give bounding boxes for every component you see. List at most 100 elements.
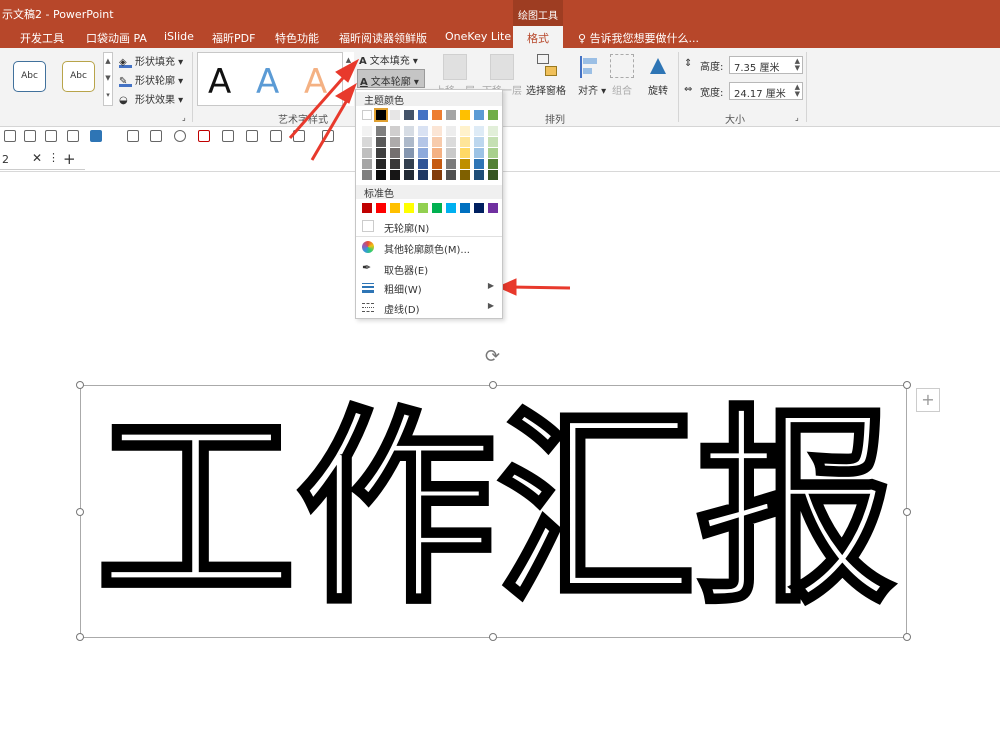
theme-color-shade-swatch[interactable] <box>362 148 372 158</box>
theme-color-shade-swatch[interactable] <box>446 148 456 158</box>
theme-color-shade-swatch[interactable] <box>460 148 470 158</box>
tab-format[interactable]: 格式 <box>513 26 563 48</box>
theme-color-shade-swatch[interactable] <box>418 148 428 158</box>
theme-color-swatch[interactable] <box>390 110 400 120</box>
theme-color-shade-swatch[interactable] <box>404 126 414 136</box>
standard-color-swatch[interactable] <box>488 203 498 213</box>
theme-color-swatch[interactable] <box>404 110 414 120</box>
slide-text-svg[interactable]: 工作汇报 <box>86 392 906 632</box>
theme-color-shade-swatch[interactable] <box>404 170 414 180</box>
width-field[interactable]: 24.17 厘米 ▲ ▼ <box>729 82 803 100</box>
standard-color-swatch[interactable] <box>446 203 456 213</box>
selection-pane-button[interactable]: 选择窗格 <box>526 82 566 97</box>
toolbar-icon[interactable] <box>67 130 79 142</box>
rotate-handle-icon[interactable]: ⟳ <box>485 346 500 367</box>
theme-color-shade-swatch[interactable] <box>488 148 498 158</box>
resize-handle[interactable] <box>76 508 84 516</box>
theme-color-shade-swatch[interactable] <box>404 148 414 158</box>
tab-special-features[interactable]: 特色功能 <box>275 30 319 46</box>
slide-title-text[interactable]: 工作汇报 <box>94 392 898 632</box>
toolbar-icon[interactable] <box>198 130 210 142</box>
theme-color-swatch[interactable] <box>432 110 442 120</box>
text-outline-button[interactable]: A 文本轮廓 ▾ <box>357 69 425 88</box>
height-spinner[interactable]: ▲ ▼ <box>795 58 800 72</box>
theme-color-shade-swatch[interactable] <box>404 137 414 147</box>
resize-handle[interactable] <box>76 633 84 641</box>
tab-foxit-pdf[interactable]: 福昕PDF <box>212 30 255 46</box>
theme-color-shade-swatch[interactable] <box>390 170 400 180</box>
theme-color-shade-swatch[interactable] <box>488 137 498 147</box>
standard-color-swatch[interactable] <box>390 203 400 213</box>
tell-me-search[interactable]: ♀ 告诉我您想要做什么... <box>578 30 699 46</box>
resize-handle[interactable] <box>76 381 84 389</box>
theme-color-swatch[interactable] <box>362 110 372 120</box>
toolbar-icon[interactable] <box>322 130 334 142</box>
theme-color-shade-swatch[interactable] <box>362 170 372 180</box>
text-fill-button[interactable]: A 文本填充 ▾ <box>359 52 418 67</box>
theme-color-shade-swatch[interactable] <box>376 148 386 158</box>
theme-color-shade-swatch[interactable] <box>418 126 428 136</box>
theme-color-shade-swatch[interactable] <box>432 126 442 136</box>
theme-color-shade-swatch[interactable] <box>362 159 372 169</box>
shape-style-gallery-scroll[interactable]: ▲ ▼ ▾ <box>103 52 113 106</box>
theme-color-shade-swatch[interactable] <box>446 159 456 169</box>
tab-developer[interactable]: 开发工具 <box>20 30 64 46</box>
theme-color-swatch[interactable] <box>446 110 456 120</box>
theme-color-shade-swatch[interactable] <box>390 137 400 147</box>
standard-color-swatch[interactable] <box>432 203 442 213</box>
standard-color-swatch[interactable] <box>474 203 484 213</box>
size-launcher-icon[interactable]: ⌟ <box>795 113 799 122</box>
wordart-style-black[interactable]: A <box>208 62 231 102</box>
shape-style-sample-1[interactable]: Abc <box>13 61 46 92</box>
wordart-style-orange[interactable]: A <box>304 62 327 102</box>
theme-color-shade-swatch[interactable] <box>390 159 400 169</box>
theme-color-shade-swatch[interactable] <box>446 137 456 147</box>
theme-color-shade-swatch[interactable] <box>376 137 386 147</box>
resize-handle[interactable] <box>903 381 911 389</box>
tab-islide[interactable]: iSlide <box>164 30 194 43</box>
wordart-gallery-scroll[interactable]: ▲ ▼ ▾ <box>342 52 354 106</box>
toolbar-icon[interactable] <box>45 130 57 142</box>
theme-color-shade-swatch[interactable] <box>390 148 400 158</box>
width-spinner[interactable]: ▲ ▼ <box>795 84 800 98</box>
height-field[interactable]: 7.35 厘米 ▲ ▼ <box>729 56 803 74</box>
tab-pocket-animation[interactable]: 口袋动画 PA <box>86 30 147 46</box>
theme-color-swatch[interactable] <box>474 110 484 120</box>
standard-color-swatch[interactable] <box>404 203 414 213</box>
toolbar-icon[interactable] <box>174 130 186 142</box>
toolbar-color-icon[interactable] <box>90 130 102 142</box>
theme-color-shade-swatch[interactable] <box>460 137 470 147</box>
theme-color-shade-swatch[interactable] <box>418 170 428 180</box>
theme-color-shade-swatch[interactable] <box>432 159 442 169</box>
layout-options-icon[interactable]: + <box>916 388 940 412</box>
dashes-item[interactable]: 虚线(D) ▶ <box>356 297 502 317</box>
theme-color-shade-swatch[interactable] <box>488 159 498 169</box>
toolbar-icon[interactable] <box>24 130 36 142</box>
theme-color-shade-swatch[interactable] <box>474 148 484 158</box>
toolbar-icon[interactable] <box>270 130 282 142</box>
close-icon[interactable]: ✕ <box>32 151 42 165</box>
shape-effects-button[interactable]: ◒ 形状效果 ▾ <box>119 91 183 107</box>
rotate-button[interactable]: 旋转 <box>648 82 668 97</box>
theme-color-shade-swatch[interactable] <box>474 159 484 169</box>
standard-color-swatch[interactable] <box>460 203 470 213</box>
theme-color-swatch[interactable] <box>460 110 470 120</box>
toolbar-icon[interactable] <box>127 130 139 142</box>
shape-fill-button[interactable]: ◈ 形状填充 ▾ <box>119 53 183 68</box>
theme-color-shade-swatch[interactable] <box>474 126 484 136</box>
wordart-style-blue[interactable]: A <box>256 62 279 102</box>
theme-color-shade-swatch[interactable] <box>432 148 442 158</box>
theme-color-shade-swatch[interactable] <box>418 159 428 169</box>
shape-outline-button[interactable]: ✎ 形状轮廓 ▾ <box>119 72 183 87</box>
tab-foxit-reader[interactable]: 福昕阅读器领鲜版 <box>339 30 427 46</box>
more-icon[interactable]: ⋮ <box>48 151 59 164</box>
align-button[interactable]: 对齐 ▾ <box>578 82 606 97</box>
theme-color-shade-swatch[interactable] <box>474 137 484 147</box>
theme-color-shade-swatch[interactable] <box>418 137 428 147</box>
theme-color-swatch[interactable] <box>374 108 388 122</box>
add-tab-icon[interactable]: + <box>63 150 76 168</box>
theme-color-shade-swatch[interactable] <box>376 126 386 136</box>
shape-styles-launcher-icon[interactable]: ⌟ <box>182 113 186 122</box>
resize-handle[interactable] <box>903 633 911 641</box>
theme-color-swatch[interactable] <box>488 110 498 120</box>
